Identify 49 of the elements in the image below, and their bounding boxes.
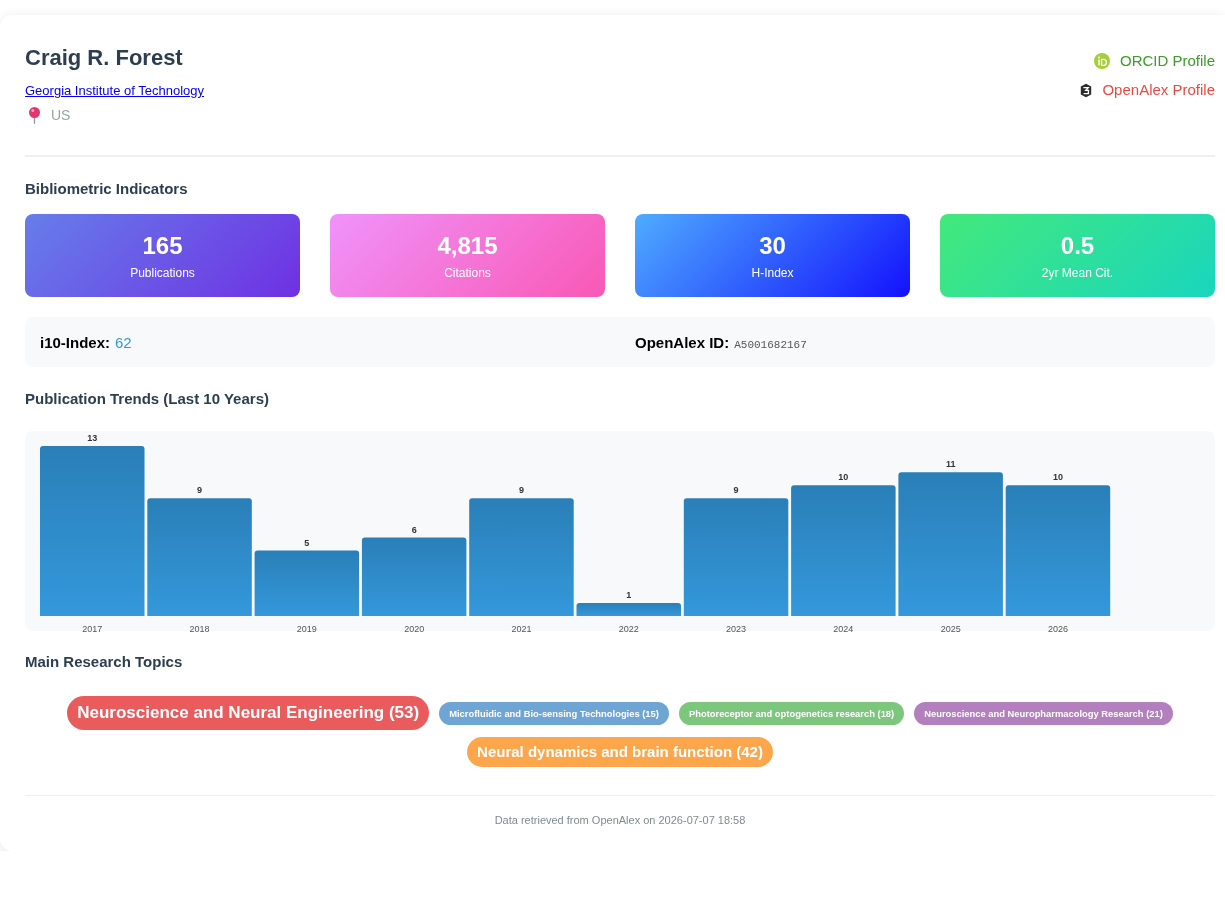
detail-value: 62 [115,333,132,351]
detail-value: A5001682167 [734,338,807,351]
detail-label: OpenAlex ID: [635,333,730,351]
year-label: 2019 [296,624,317,634]
footer-note: Data retrieved from OpenAlex on 2026-07-07 18:58 [493,813,747,827]
year-label: 2026 [1047,624,1068,634]
bar-value-label: 9 [518,485,524,496]
year-label: 2017 [82,624,103,634]
year-label: 2018 [189,624,210,634]
year-label: 2020 [404,624,425,634]
topic-tag[interactable]: Microfluidic and Bio-sensing Technologies (15) [439,701,669,725]
metric-value: 165 [142,231,183,260]
year-label: 2024 [833,624,854,634]
metric-label: Citations [444,266,491,281]
topic-tag[interactable]: Neuroscience and Neural Engineering (53) [67,696,430,730]
country-label: US [51,106,71,124]
year-label: 2021 [511,624,532,634]
profile-link[interactable]: OpenAlex Profile [1080,81,1215,99]
bar-value-label: 11 [945,459,956,470]
topic-tag[interactable]: Neural dynamics and brain function (42) [467,737,773,767]
metric-label: H-Index [751,266,794,281]
bar-value-label: 1 [626,589,632,600]
metric-value: 30 [759,231,786,260]
bar-value-label: 9 [733,485,739,496]
section-heading: Main Research Topics [25,653,184,671]
year-label: 2022 [618,624,639,634]
institution-link[interactable]: Georgia Institute of Technology [25,83,204,99]
detail-label: i10-Index: [40,333,111,351]
id-logo-icon [1093,53,1110,69]
bar-value-label: 13 [87,433,98,443]
metric-value: 4,815 [437,231,498,260]
pin-icon [29,106,40,124]
topic-tag[interactable]: Neuroscience and Neuropharmacology Research (21) [914,701,1173,725]
chart-title: Publication Trends (Last 10 Years) [25,390,270,408]
bar-value-label: 6 [411,524,417,535]
year-label: 2025 [940,624,961,634]
bar-value-label: 10 [838,472,849,483]
section-heading: Bibliometric Indicators [25,180,189,198]
cube-icon [1080,82,1093,98]
metric-value: 0.5 [1060,231,1095,260]
year-label: 2023 [726,624,747,634]
profile-link[interactable]: ORCID Profile [1093,52,1215,70]
topic-tag[interactable]: Photoreceptor and optogenetics research (18) [678,701,905,725]
metric-label: 2yr Mean Cit. [1041,266,1114,281]
bar-value-label: 9 [197,485,203,496]
author-name: Craig R. Forest [25,44,183,72]
bar-value-label: 10 [1052,472,1063,483]
bar-value-label: 5 [304,537,310,548]
metric-label: Publications [130,266,195,281]
